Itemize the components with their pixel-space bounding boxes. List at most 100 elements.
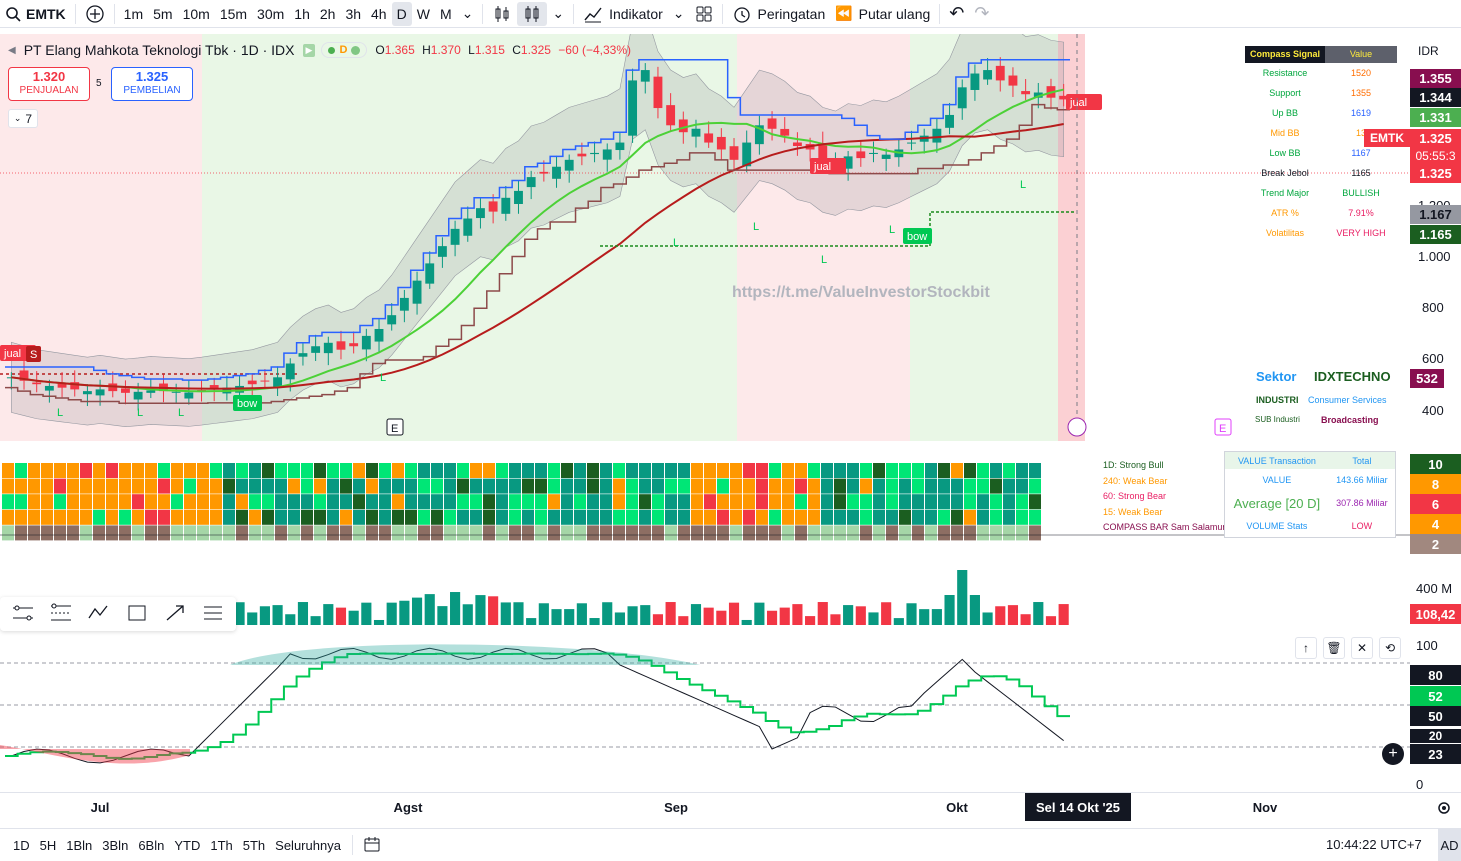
- l-signal: L: [178, 407, 184, 419]
- interval-15m[interactable]: 15m: [215, 0, 252, 28]
- candle-body: [1008, 75, 1018, 86]
- pattern-tool[interactable]: [87, 603, 111, 626]
- volume-bar: [741, 619, 752, 625]
- symbol-search[interactable]: EMTK: [0, 0, 71, 28]
- compass-cell: [119, 463, 131, 478]
- collapse-pane-button[interactable]: ✕: [1351, 637, 1373, 659]
- osc-tick-50: 50: [1410, 706, 1461, 726]
- compass-cell: [1003, 525, 1015, 541]
- oscillator-line: [11, 647, 1064, 764]
- candle-body: [476, 208, 485, 219]
- brush-tool[interactable]: [163, 603, 187, 626]
- interval-1m[interactable]: 1m: [119, 0, 148, 28]
- compass-cell: [717, 494, 729, 510]
- range-1D[interactable]: 1D: [8, 838, 35, 853]
- interval-W[interactable]: W: [412, 0, 435, 28]
- oscillator-svg: [0, 644, 1410, 764]
- interval-2h[interactable]: 2h: [315, 0, 341, 28]
- interval-D[interactable]: D: [391, 1, 412, 26]
- candle-body: [678, 119, 688, 133]
- shape-tool[interactable]: [125, 603, 149, 626]
- sell-button[interactable]: 1.320 PENJUALAN: [8, 67, 90, 101]
- chevron-down-icon[interactable]: ⌄: [668, 0, 690, 28]
- range-YTD[interactable]: YTD: [169, 838, 205, 853]
- compass-cell: [847, 509, 859, 525]
- compass-scale-8: 8: [1410, 474, 1461, 494]
- range-6Bln[interactable]: 6Bln: [133, 838, 169, 853]
- interval-1h[interactable]: 1h: [289, 0, 315, 28]
- replay-button[interactable]: ⏪ Putar ulang: [830, 0, 935, 28]
- compass-cell: [561, 525, 573, 541]
- compass-cell: [860, 509, 872, 525]
- delete-pane-button[interactable]: 🗑: [1323, 637, 1345, 659]
- compass-cell: [249, 525, 261, 541]
- undo-button[interactable]: ↶: [944, 0, 969, 28]
- range-3Bln[interactable]: 3Bln: [97, 838, 133, 853]
- undo-icon: ↶: [949, 3, 965, 23]
- alerts-button[interactable]: Peringatan: [727, 0, 831, 28]
- compass-cell: [314, 478, 326, 494]
- range-Seluruhnya[interactable]: Seluruhnya: [270, 838, 346, 853]
- candle-body: [399, 297, 409, 311]
- chevron-down-icon[interactable]: ⌄: [457, 0, 479, 28]
- indicators-button[interactable]: Indikator: [578, 0, 668, 28]
- add-symbol-button[interactable]: [80, 0, 110, 28]
- compass-cell: [340, 509, 352, 525]
- goto-date-button[interactable]: [357, 835, 387, 856]
- compass-cell: [743, 525, 755, 541]
- time-label: Nov: [1252, 800, 1278, 815]
- time-axis[interactable]: Jul Agst Sep Okt Nov Sel 14 Okt '25: [0, 792, 1461, 822]
- volume-bar: [424, 594, 435, 625]
- price-scale[interactable]: IDR 1.200 1.000 800 600 400 1.355 1.344 …: [1410, 34, 1461, 441]
- volume-bar: [1045, 616, 1057, 625]
- signal-value: BULLISH: [1342, 188, 1380, 198]
- interval-30m[interactable]: 30m: [252, 0, 289, 28]
- oscillator-panel[interactable]: [0, 635, 1410, 785]
- clock-label[interactable]: 10:44:22 UTC+7: [1326, 837, 1422, 852]
- interval-3h[interactable]: 3h: [340, 0, 366, 28]
- bar-style-button[interactable]: [517, 1, 548, 26]
- compass-cell: [119, 494, 131, 510]
- volume-bar: [982, 612, 993, 625]
- compass-cell: [132, 463, 144, 478]
- signal-row: Volatilitas VERY HIGH: [1245, 223, 1397, 243]
- move-up-button[interactable]: ↑: [1295, 637, 1317, 659]
- layouts-button[interactable]: [690, 0, 718, 28]
- candle-style-button[interactable]: [487, 0, 517, 28]
- compass-cell: [548, 525, 560, 541]
- chevron-down-icon[interactable]: ⌄: [547, 0, 569, 28]
- interval-4h[interactable]: 4h: [366, 0, 392, 28]
- maximize-pane-button[interactable]: ⟲: [1379, 637, 1401, 659]
- main-chart[interactable]: jual jual jual Sbow bow L L L L L L L L L E E: [0, 34, 1410, 441]
- interval-5m[interactable]: 5m: [148, 0, 177, 28]
- compass-cell: [743, 478, 755, 494]
- sub-industri-label: SUB Industri: [1255, 415, 1300, 424]
- interval-M[interactable]: M: [435, 0, 457, 28]
- range-5H[interactable]: 5H: [35, 838, 62, 853]
- compass-cell: [301, 478, 313, 494]
- candle-body: [526, 177, 536, 188]
- collapse-icon[interactable]: ◀: [8, 45, 16, 56]
- more-tools[interactable]: [201, 603, 225, 626]
- compass-cell: [28, 478, 40, 494]
- buy-button[interactable]: 1.325 PEMBELIAN: [111, 67, 193, 101]
- redo-button[interactable]: ↷: [969, 0, 994, 28]
- candle-body: [463, 218, 473, 236]
- interval-10m[interactable]: 10m: [178, 0, 215, 28]
- volume-bar: [665, 602, 676, 625]
- indicators-toggle[interactable]: ⌄ 7: [8, 109, 38, 128]
- adjust-button[interactable]: AD: [1438, 829, 1461, 861]
- compass-cell: [613, 478, 625, 494]
- range-1Th[interactable]: 1Th: [205, 838, 237, 853]
- candle-body: [82, 391, 92, 395]
- range-5Th[interactable]: 5Th: [238, 838, 270, 853]
- trend-line-tool[interactable]: [11, 603, 35, 626]
- add-price-alert-button[interactable]: +: [1382, 743, 1404, 765]
- fib-tool[interactable]: [49, 603, 73, 626]
- candle-body: [780, 128, 790, 136]
- range-1Bln[interactable]: 1Bln: [61, 838, 97, 853]
- gear-icon[interactable]: [1436, 800, 1452, 819]
- signal-row: Up BB 1619: [1245, 103, 1397, 123]
- compass-cell: [158, 463, 170, 478]
- compass-cell: [678, 478, 690, 494]
